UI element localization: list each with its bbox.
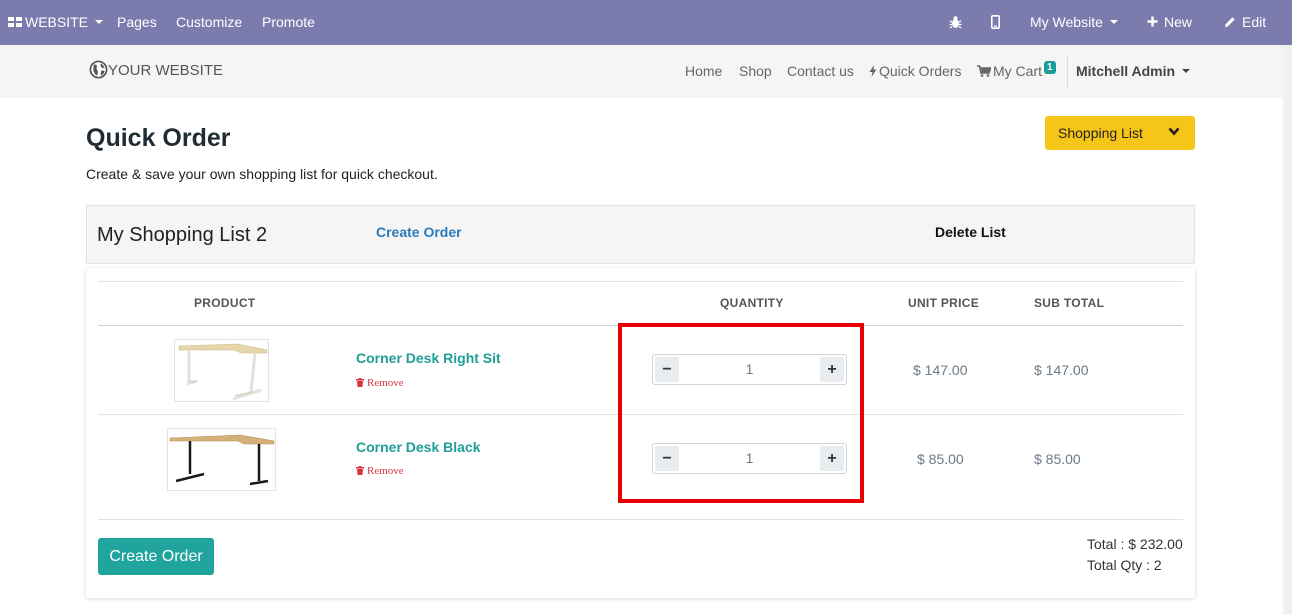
page-subtitle: Create & save your own shopping list for… [86,166,438,182]
caret-down-icon [1109,20,1118,25]
column-header-unit-price: UNIT PRICE [908,296,980,310]
nav-quick-orders[interactable]: Quick Orders [869,45,961,98]
user-name: Mitchell Admin [1076,63,1176,79]
website-menu[interactable]: WEBSITE [8,0,104,45]
customize-menu[interactable]: Customize [176,0,242,45]
product-image[interactable] [174,339,269,402]
order-totals: Total : $ 232.00 Total Qty : 2 [1087,534,1183,576]
column-header-sub-total: SUB TOTAL [1034,296,1105,310]
pages-menu[interactable]: Pages [117,0,157,45]
remove-label: Remove [367,377,404,389]
product-name-link[interactable]: Corner Desk Right Sit [356,350,501,366]
site-header: YOUR WEBSITE Home Shop Contact us Quick … [0,45,1283,98]
nav-contact-us[interactable]: Contact us [787,45,854,98]
bug-icon[interactable] [949,0,962,45]
my-website-label: My Website [1030,14,1103,30]
edit-button[interactable]: Edit [1224,0,1266,45]
create-order-button[interactable]: Create Order [98,538,214,575]
site-logo[interactable]: YOUR WEBSITE [89,60,224,79]
apps-grid-icon [8,16,22,27]
column-header-product: PRODUCT [194,296,256,310]
new-label: New [1164,14,1193,30]
trash-icon [356,465,364,475]
nav-my-cart[interactable]: My Cart 1 [977,45,1056,98]
mobile-preview-icon[interactable] [991,0,1001,45]
list-header: My Shopping List 2 Create Order Delete L… [86,205,1195,264]
page-title: Quick Order [86,124,231,152]
caret-down-icon [1182,69,1191,74]
product-image[interactable] [167,428,276,491]
scrollbar[interactable] [1283,45,1292,615]
column-header-quantity: QUANTITY [720,296,784,310]
delete-list-button[interactable]: Delete List [935,224,1006,240]
cart-icon [977,64,992,77]
unit-price: $ 147.00 [913,362,968,378]
create-order-link[interactable]: Create Order [376,224,462,240]
caret-down-icon [95,20,104,25]
nav-shop[interactable]: Shop [739,45,772,98]
pencil-icon [1225,17,1235,27]
chevron-down-icon [1168,127,1180,136]
remove-link[interactable]: Remove [356,465,404,477]
globe-icon [89,60,108,79]
quick-orders-label: Quick Orders [879,63,962,79]
divider [98,281,1183,282]
logo-text: YOUR WEBSITE [108,62,224,79]
shopping-list-label: Shopping List [1058,125,1143,141]
user-menu[interactable]: Mitchell Admin [1076,45,1191,98]
admin-bar: WEBSITE Pages Customize Promote My Websi… [0,0,1292,45]
remove-link[interactable]: Remove [356,377,404,389]
product-name-link[interactable]: Corner Desk Black [356,439,481,455]
total-quantity: Total Qty : 2 [1087,557,1162,573]
sub-total: $ 147.00 [1034,362,1089,378]
cart-count-badge: 1 [1044,61,1056,74]
promote-menu[interactable]: Promote [262,0,315,45]
plus-icon [1147,16,1158,27]
bolt-icon [869,64,877,77]
total-amount: Total : $ 232.00 [1087,536,1183,552]
divider [98,519,1183,520]
edit-label: Edit [1242,14,1267,30]
my-cart-label: My Cart [993,63,1042,79]
nav-home[interactable]: Home [685,45,722,98]
new-button[interactable]: New [1147,0,1192,45]
sub-total: $ 85.00 [1034,451,1081,467]
website-menu-label: WEBSITE [25,14,89,30]
list-name: My Shopping List 2 [97,224,268,246]
nav-divider [1067,55,1068,89]
trash-icon [356,377,364,387]
unit-price: $ 85.00 [917,451,964,467]
shopping-list-dropdown[interactable]: Shopping List [1045,116,1195,150]
highlight-box [618,323,864,503]
remove-label: Remove [367,465,404,477]
my-website-menu[interactable]: My Website [1030,0,1118,45]
